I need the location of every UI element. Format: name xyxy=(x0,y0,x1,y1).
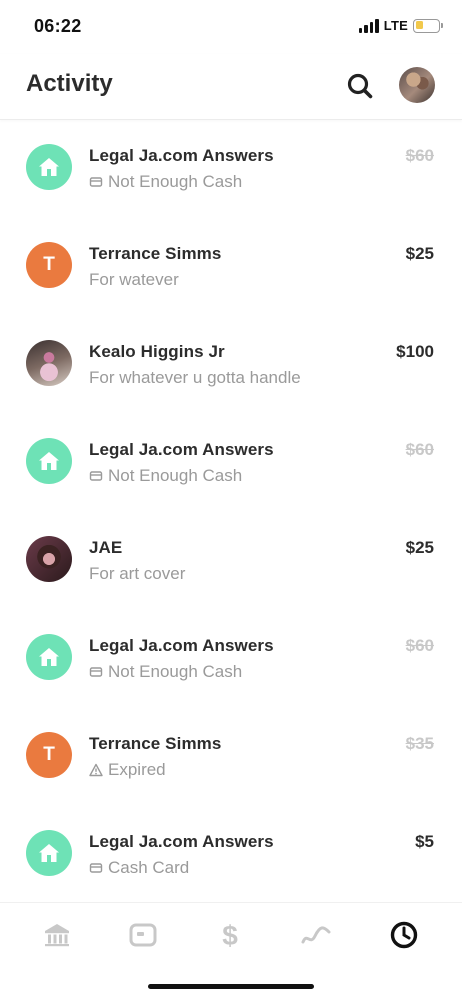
activity-icon xyxy=(390,921,418,949)
activity-name: Terrance Simms xyxy=(89,244,222,263)
activity-subtitle-text: For watever xyxy=(89,270,179,289)
house-icon xyxy=(39,452,59,470)
search-icon xyxy=(347,73,373,99)
activity-subtitle-text: For art cover xyxy=(89,564,186,583)
tab-activity[interactable] xyxy=(388,919,420,951)
card-icon xyxy=(89,177,103,187)
merchant-home-avatar xyxy=(26,438,72,484)
activity-amount: $60 xyxy=(405,146,434,165)
activity-subtitle: Not Enough Cash xyxy=(89,172,242,192)
tab-banking[interactable] xyxy=(41,919,73,951)
activity-amount: $60 xyxy=(405,636,434,655)
activity-subtitle-text: Not Enough Cash xyxy=(108,172,243,191)
activity-item[interactable]: Kealo Higgins Jr For whatever u gotta ha… xyxy=(0,318,462,416)
activity-name: Legal Ja.com Answers xyxy=(89,832,274,851)
banking-icon xyxy=(45,924,69,947)
page-title: Activity xyxy=(26,70,113,97)
user-initial-avatar: T xyxy=(26,732,72,778)
activity-amount: $5 xyxy=(415,832,434,851)
search-button[interactable] xyxy=(346,72,374,100)
house-icon xyxy=(39,844,59,862)
user-photo-avatar xyxy=(26,536,72,582)
activity-item[interactable]: Legal Ja.com Answers Not Enough Cash $60 xyxy=(0,612,462,710)
activity-subtitle: For art cover xyxy=(89,564,185,584)
activity-amount: $25 xyxy=(405,538,434,557)
svg-text:$: $ xyxy=(222,920,238,950)
activity-amount: $100 xyxy=(396,342,434,361)
signal-icon xyxy=(358,18,379,33)
battery-icon xyxy=(413,18,443,33)
activity-subtitle: For whatever u gotta handle xyxy=(89,368,301,388)
activity-subtitle: Not Enough Cash xyxy=(89,662,242,682)
app-header: Activity xyxy=(0,54,462,120)
card-icon xyxy=(89,471,103,481)
activity-subtitle-text: Not Enough Cash xyxy=(108,466,243,485)
merchant-home-avatar xyxy=(26,634,72,680)
status-time: 06:22 xyxy=(34,16,82,36)
activity-name: Legal Ja.com Answers xyxy=(89,146,274,165)
card-icon xyxy=(89,667,103,677)
activity-amount: $60 xyxy=(405,440,434,459)
dollar-icon: $ xyxy=(222,920,238,950)
activity-item[interactable]: T Terrance Simms For watever $25 xyxy=(0,220,462,318)
activity-item[interactable]: Legal Ja.com Answers Cash Card $5 xyxy=(0,808,462,902)
activity-subtitle: Cash Card xyxy=(89,858,189,878)
home-indicator xyxy=(148,984,314,989)
activity-amount: $25 xyxy=(405,244,434,263)
card-icon xyxy=(89,863,103,873)
activity-subtitle: For watever xyxy=(89,270,179,290)
activity-name: JAE xyxy=(89,538,123,557)
tab-cash[interactable]: $ xyxy=(214,919,246,951)
activity-subtitle-text: Cash Card xyxy=(108,858,190,877)
warning-icon xyxy=(89,763,103,777)
status-bar: 06:22 LTE xyxy=(0,0,462,54)
merchant-home-avatar xyxy=(26,144,72,190)
cash-card-icon xyxy=(129,923,157,947)
activity-item[interactable]: T Terrance Simms Expired $35 xyxy=(0,710,462,808)
tab-investing[interactable] xyxy=(300,919,332,951)
investing-icon xyxy=(301,926,331,944)
activity-subtitle-text: Expired xyxy=(108,760,166,779)
status-indicators: LTE xyxy=(358,18,443,33)
activity-name: Legal Ja.com Answers xyxy=(89,440,274,459)
activity-subtitle: Not Enough Cash xyxy=(89,466,242,486)
network-label: LTE xyxy=(383,18,408,33)
activity-name: Legal Ja.com Answers xyxy=(89,636,274,655)
profile-avatar-button[interactable] xyxy=(399,67,435,103)
activity-item[interactable]: JAE For art cover $25 xyxy=(0,514,462,612)
activity-subtitle-text: Not Enough Cash xyxy=(108,662,243,681)
activity-item[interactable]: Legal Ja.com Answers Not Enough Cash $60 xyxy=(0,416,462,514)
merchant-home-avatar xyxy=(26,830,72,876)
activity-subtitle: Expired xyxy=(89,760,166,780)
house-icon xyxy=(39,648,59,666)
activity-name: Terrance Simms xyxy=(89,734,222,753)
activity-subtitle-text: For whatever u gotta handle xyxy=(89,368,301,387)
user-photo-avatar xyxy=(26,340,72,386)
activity-list: Legal Ja.com Answers Not Enough Cash $60… xyxy=(0,122,462,902)
tab-cash-card[interactable] xyxy=(127,919,159,951)
activity-amount: $35 xyxy=(405,734,434,753)
activity-item[interactable]: Legal Ja.com Answers Not Enough Cash $60 xyxy=(0,122,462,220)
house-icon xyxy=(39,158,59,176)
activity-name: Kealo Higgins Jr xyxy=(89,342,225,361)
user-initial-avatar: T xyxy=(26,242,72,288)
